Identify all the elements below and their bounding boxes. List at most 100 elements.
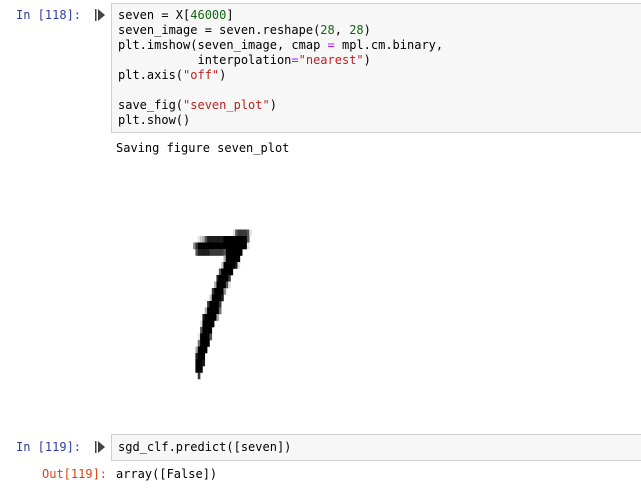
digit-pixel (216, 294, 220, 302)
digit-pixel (200, 320, 203, 328)
digit-pixel (230, 255, 234, 263)
digit-pixel (211, 294, 215, 302)
digit-pixel (207, 307, 210, 315)
output-result: array([False]) (116, 467, 218, 481)
digit-pixel (195, 353, 199, 360)
digit-pixel (223, 288, 227, 295)
digit-pixel (216, 236, 220, 243)
digit-pixel (228, 242, 231, 250)
digit-pixel (218, 242, 222, 250)
digit-pixel (228, 268, 231, 276)
code-token: = (291, 53, 299, 67)
digit-pixel (228, 255, 231, 263)
digit-pixel (197, 236, 201, 243)
code-line: seven = X[46000] (118, 8, 234, 22)
digit-pixel (207, 327, 210, 334)
digit-pixel (197, 242, 201, 250)
digit-pixel (232, 262, 236, 269)
code-editor[interactable]: sgd_clf.predict([seven]) (118, 440, 291, 455)
digit-pixel (209, 320, 213, 328)
digit-pixel (218, 288, 222, 295)
digit-pixel (207, 320, 210, 328)
run-cell-icon[interactable] (95, 441, 105, 453)
digit-pixel (235, 242, 238, 250)
digit-pixel (200, 353, 203, 360)
digit-pixel (218, 268, 222, 276)
digit-pixel (216, 301, 220, 308)
digit-pixel (232, 229, 236, 237)
digit-pixel (202, 327, 206, 334)
digit-pixel (232, 236, 236, 243)
digit-pixel (214, 288, 217, 295)
digit-pixel (204, 314, 208, 321)
digit-pixel (204, 340, 208, 347)
digit-pixel (249, 229, 252, 237)
digit-pixel (237, 262, 241, 269)
digit-pixel (195, 366, 199, 373)
digit-pixel (221, 268, 224, 276)
code-input-area[interactable]: seven = X[46000] seven_image = seven.res… (111, 3, 641, 133)
digit-pixel (223, 281, 227, 289)
digit-pixel (202, 353, 206, 360)
digit-pixel (197, 346, 201, 354)
digit-pixel (225, 281, 229, 289)
digit-pixel (218, 249, 222, 256)
digit-pixel (221, 262, 224, 269)
digit-pixel (200, 346, 203, 354)
digit-pixel (221, 275, 224, 282)
digit-pixel (200, 359, 203, 367)
digit-pixel (195, 242, 199, 250)
run-cell-icon[interactable] (95, 9, 105, 21)
digit-pixel (218, 301, 222, 308)
digit-pixel (202, 242, 206, 250)
digit-pixel (239, 229, 243, 237)
digit-pixel (214, 249, 217, 256)
digit-pixel (195, 359, 199, 367)
code-line: interpolation="nearest") (118, 53, 370, 67)
digit-pixel (214, 281, 217, 289)
digit-pixel (209, 242, 213, 250)
digit-pixel (207, 301, 210, 308)
digit-pixel (225, 242, 229, 250)
digit-pixel (216, 281, 220, 289)
digit-pixel (237, 236, 241, 243)
code-token: 28 (349, 23, 364, 37)
code-line: save_fig("seven_plot") (118, 98, 277, 112)
code-line: sgd_clf.predict([seven]) (118, 440, 291, 454)
digit-pixel (242, 242, 245, 250)
digit-pixel (218, 275, 222, 282)
digit-pixel (216, 314, 220, 321)
digit-pixel (235, 236, 238, 243)
digit-pixel (209, 236, 213, 243)
digit-pixel (200, 366, 203, 373)
digit-pixel (230, 242, 234, 250)
digit-pixel (228, 275, 231, 282)
digit-pixel (216, 275, 220, 282)
code-input-area[interactable]: sgd_clf.predict([seven]) (111, 434, 641, 461)
digit-pixel (225, 268, 229, 276)
digit-pixel (237, 229, 241, 237)
code-token: plt.show() (118, 113, 191, 127)
code-line: plt.axis("off") (118, 68, 226, 82)
digit-pixel (244, 236, 248, 243)
digit-pixel (239, 249, 243, 256)
digit-pixel (197, 333, 201, 341)
code-token: plt.imshow(seven_image, cmap (118, 38, 328, 52)
digit-pixel (200, 333, 203, 341)
code-editor[interactable]: seven = X[46000] seven_image = seven.res… (118, 8, 443, 128)
digit-pixel (214, 236, 217, 243)
digit-pixel (225, 236, 229, 243)
code-token: seven = X[ (118, 8, 191, 22)
digit-pixel (195, 346, 199, 354)
code-token: = (327, 38, 335, 52)
digit-pixel (197, 359, 201, 367)
digit-pixel (204, 242, 208, 250)
digit-pixel (202, 340, 206, 347)
digit-pixel (239, 236, 243, 243)
digit-pixel (211, 307, 215, 315)
digit-pixel (225, 249, 229, 256)
digit-pixel (230, 268, 234, 276)
code-line: plt.imshow(seven_image, cmap = mpl.cm.bi… (118, 38, 443, 52)
digit-pixel (211, 320, 215, 328)
digit-pixel (197, 366, 201, 373)
